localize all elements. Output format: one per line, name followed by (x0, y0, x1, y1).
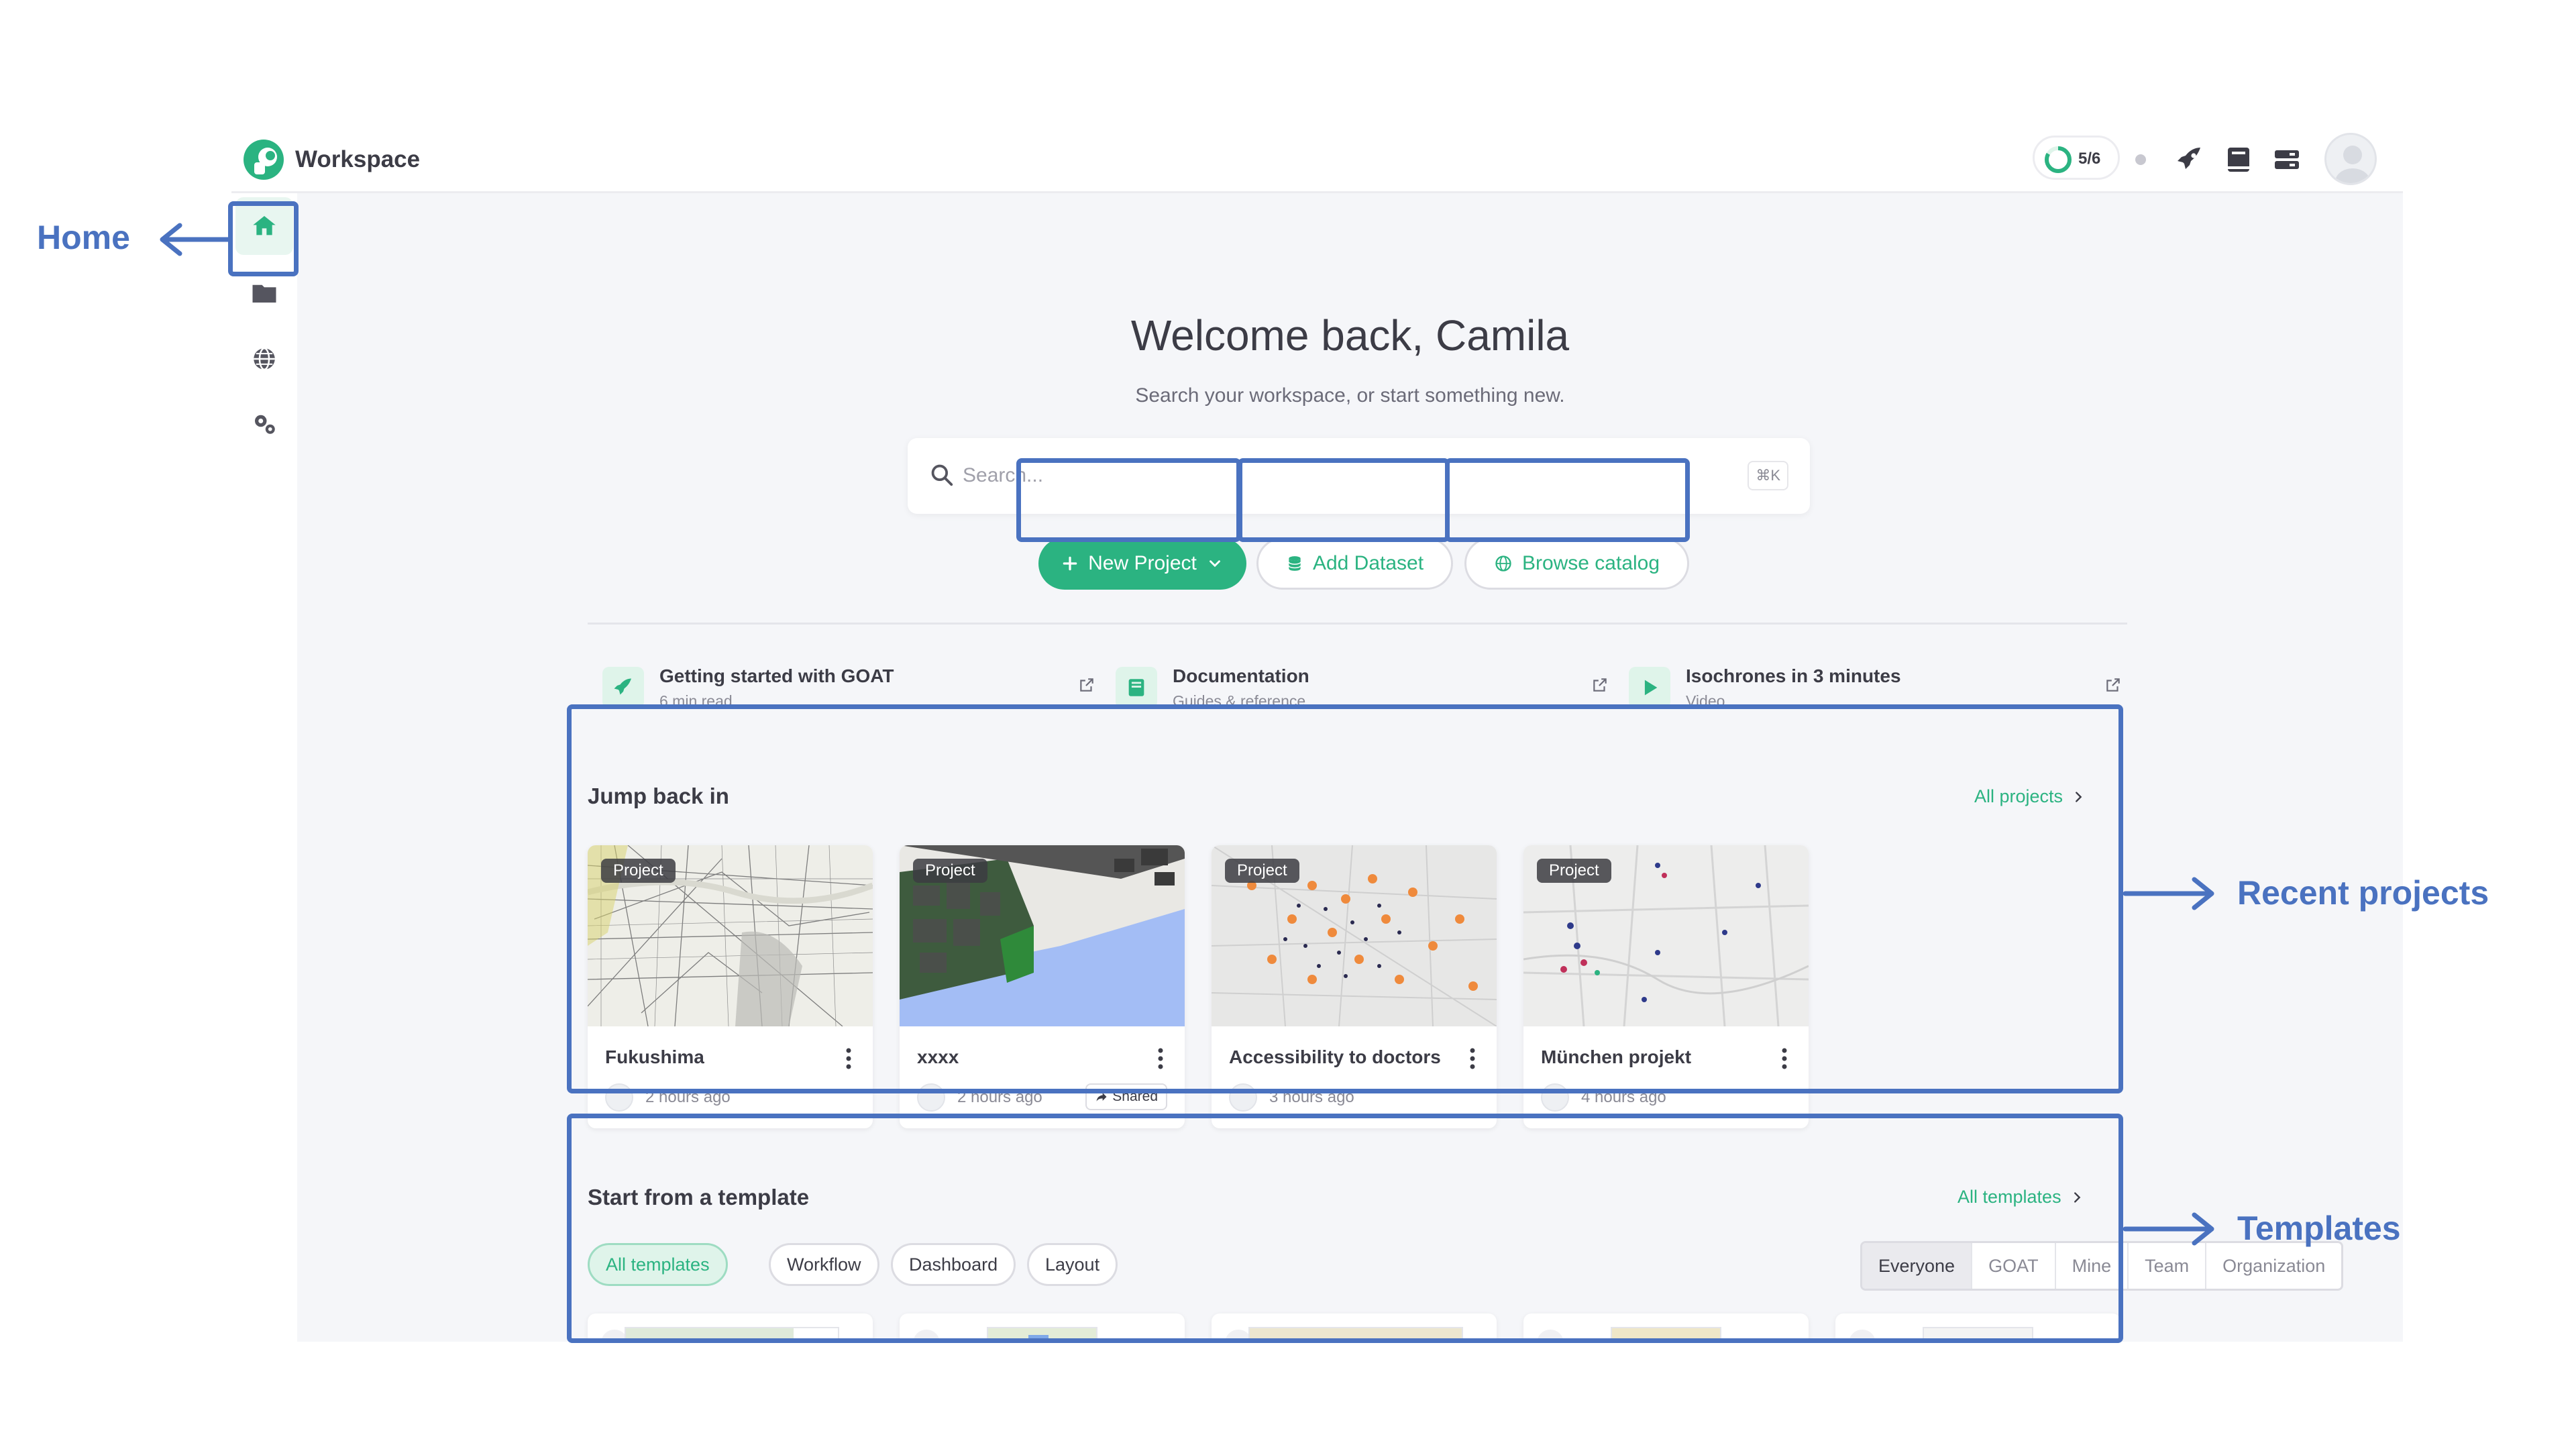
plus-icon (1063, 556, 1077, 571)
book-icon (1128, 679, 1144, 696)
resource-icon-wrap (1629, 667, 1670, 708)
progress-text: 5/6 (2078, 150, 2101, 168)
add-dataset-button[interactable]: Add Dataset (1256, 537, 1453, 590)
highlight-recent-projects (567, 704, 2123, 1093)
resource-title: Isochrones in 3 minutes (1686, 665, 1901, 686)
user-avatar[interactable] (2324, 133, 2377, 185)
resource-title: Documentation (1173, 665, 1309, 686)
external-link-icon (2106, 678, 2120, 692)
gears-icon (255, 415, 275, 434)
annotation-recent-projects: Recent projects (2237, 874, 2489, 912)
external-link-icon (1593, 678, 1607, 692)
server-icon[interactable] (2271, 144, 2303, 176)
app-name: Workspace (295, 146, 421, 172)
external-link-icon (1080, 678, 1093, 692)
resource-icon-wrap (602, 667, 644, 708)
arrow-left-icon (160, 223, 233, 256)
new-project-label: New Project (1088, 552, 1197, 574)
status-dot (2135, 154, 2146, 165)
logo-icon[interactable] (241, 137, 286, 182)
rocket-icon[interactable] (2174, 144, 2206, 176)
browse-catalog-label: Browse catalog (1521, 552, 1660, 574)
book-icon[interactable] (2222, 144, 2255, 176)
divider (588, 623, 2127, 625)
highlight-browse-catalog (1445, 458, 1690, 542)
scope-organization[interactable]: Organization (2206, 1243, 2341, 1289)
highlight-home (228, 201, 299, 276)
user-icon (2335, 146, 2370, 183)
resource-icon-wrap (1116, 667, 1157, 708)
globe-icon (1495, 555, 1511, 572)
globe-icon (254, 347, 275, 370)
scope-team[interactable]: Team (2129, 1243, 2207, 1289)
sidebar-item-catalog[interactable] (231, 326, 297, 392)
annotation-templates: Templates (2237, 1210, 2401, 1247)
rocket-icon (614, 678, 631, 695)
arrow-right-icon (2123, 877, 2214, 910)
progress-ring-icon (2045, 146, 2072, 173)
page-subtitle: Search your workspace, or start somethin… (1135, 384, 1565, 407)
add-dataset-label: Add Dataset (1312, 552, 1424, 574)
annotation-home: Home (37, 219, 130, 256)
onboarding-progress[interactable]: 5/6 (2033, 136, 2120, 180)
browse-catalog-button[interactable]: Browse catalog (1464, 537, 1689, 590)
new-project-button[interactable]: New Project (1038, 537, 1246, 590)
page-title: Welcome back, Camila (1130, 311, 1570, 360)
sidebar (231, 193, 297, 1342)
arrow-right-icon (2123, 1212, 2214, 1246)
sidebar-item-settings[interactable] (231, 390, 297, 456)
highlight-templates (567, 1114, 2123, 1343)
database-icon (1288, 556, 1301, 571)
chevron-down-icon (1209, 560, 1220, 568)
folder-icon (252, 284, 276, 303)
resource-title: Getting started with GOAT (659, 665, 894, 686)
highlight-add-dataset (1238, 458, 1450, 542)
search-shortcut: ⌘K (1748, 461, 1788, 490)
play-icon (1644, 680, 1658, 696)
highlight-new-project (1016, 458, 1241, 542)
search-icon (931, 464, 953, 486)
top-bar: Workspace 5/6 (231, 127, 2403, 193)
